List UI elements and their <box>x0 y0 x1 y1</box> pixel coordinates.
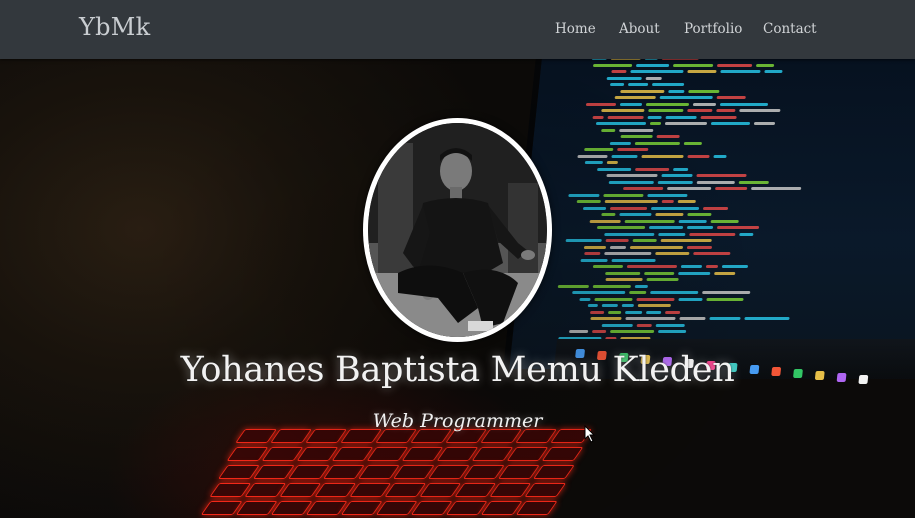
profile-photo <box>368 123 547 337</box>
navbar: YbMk Home About Portfolio Contact <box>0 0 915 59</box>
mouse-cursor-icon <box>584 425 596 443</box>
brand-logo[interactable]: YbMk <box>79 13 151 41</box>
hero-role: Web Programmer <box>372 410 543 432</box>
profile-avatar <box>363 118 552 342</box>
hero-name: Yohanes Baptista Memu Kleden <box>180 350 735 390</box>
nav-link-home[interactable]: Home <box>555 21 596 37</box>
nav-link-about[interactable]: About <box>619 21 660 37</box>
nav-link-portfolio[interactable]: Portfolio <box>684 21 742 37</box>
nav-link-contact[interactable]: Contact <box>763 21 817 37</box>
